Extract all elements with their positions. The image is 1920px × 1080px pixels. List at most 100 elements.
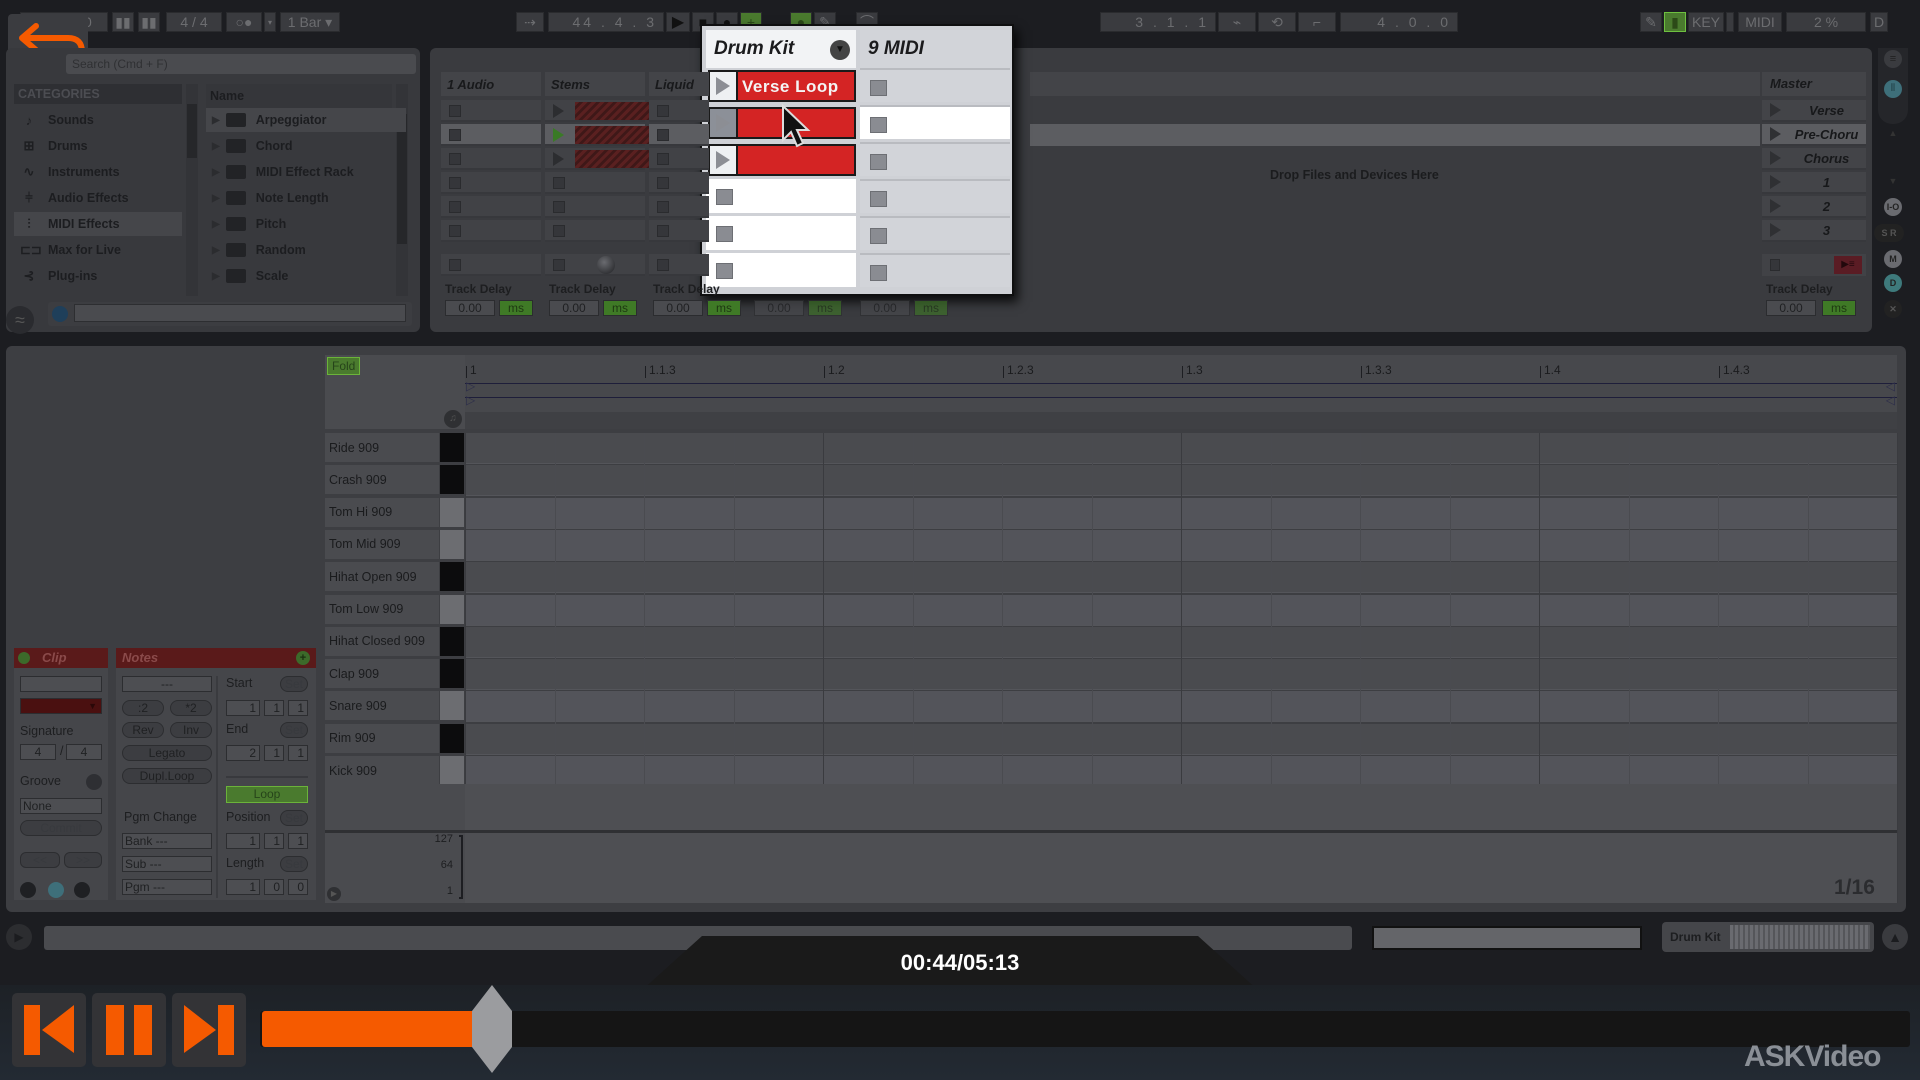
drum-pad-row[interactable]: Hihat Closed 909	[325, 626, 439, 658]
clip-stop-icon[interactable]	[716, 189, 733, 205]
start-bar[interactable]: 1	[226, 700, 260, 716]
track-header[interactable]: Stems	[545, 72, 645, 96]
scene-item[interactable]: 2	[1762, 196, 1866, 218]
clip-stop-icon[interactable]	[449, 129, 461, 141]
clip-stop-icon[interactable]	[870, 265, 887, 281]
scene-launch-icon[interactable]	[1770, 175, 1781, 189]
fold-button[interactable]: Fold	[327, 357, 361, 375]
loop-length-field[interactable]: 4 . 0 . 0	[1340, 12, 1458, 32]
clip-stop-icon[interactable]	[553, 225, 565, 237]
track-delay-unit[interactable]: ms	[914, 300, 948, 316]
scene-item[interactable]: 1	[1762, 172, 1866, 194]
track-fold-dropdown-icon[interactable]: ▼	[830, 40, 850, 60]
drum-pad-row[interactable]: Ride 909	[325, 433, 439, 464]
sends-returns-icon[interactable]: S R	[1874, 224, 1904, 242]
track-delay-value[interactable]: 0.00	[549, 300, 599, 316]
piano-key[interactable]	[440, 529, 464, 561]
category-item[interactable]: ∿ Instruments	[14, 160, 182, 184]
master-track-header[interactable]: Master	[1762, 72, 1866, 96]
key-map-button[interactable]: KEY	[1688, 12, 1724, 32]
pause-button[interactable]	[92, 993, 166, 1067]
track-delay-value[interactable]: 0.00	[860, 300, 910, 316]
scene-launch-icon[interactable]	[1770, 151, 1781, 165]
expand-icon[interactable]: ▶	[212, 193, 220, 204]
drum-pad-row[interactable]: Tom Mid 909	[325, 529, 439, 561]
clip-launch-icon[interactable]	[553, 104, 564, 118]
progress-track[interactable]	[260, 985, 1910, 1073]
follow-button[interactable]: ⇢	[516, 12, 544, 32]
clip-slot[interactable]	[441, 196, 541, 218]
position-sixteenth[interactable]: 1	[288, 833, 308, 849]
clip-stop-icon[interactable]	[657, 177, 669, 189]
length-set-button[interactable]: Set	[280, 856, 308, 872]
envelopes-panel-icon[interactable]	[74, 882, 90, 898]
play-button[interactable]: ▶	[666, 12, 690, 32]
drum-pad-row[interactable]: Tom Hi 909	[325, 497, 439, 529]
drum-pad-row[interactable]: Snare 909	[325, 691, 439, 723]
scene-launch-icon[interactable]	[1770, 127, 1781, 141]
next-clip-button[interactable]: >>	[64, 852, 102, 868]
clip-stop-icon[interactable]	[657, 153, 669, 165]
signature-field[interactable]: 4 / 4	[166, 12, 222, 32]
divide-by-2-button[interactable]: :2	[122, 700, 164, 716]
signature-numerator[interactable]: 4	[20, 744, 56, 760]
drum-pad-row[interactable]: Clap 909	[325, 659, 439, 691]
midi-map-button[interactable]: MIDI	[1738, 12, 1782, 32]
metronome-button[interactable]: ○●	[226, 12, 262, 32]
popup-empty-slot[interactable]	[706, 179, 856, 213]
expand-icon[interactable]: ▶	[212, 245, 220, 256]
track-delay-value[interactable]: 0.00	[445, 300, 495, 316]
piano-key[interactable]	[440, 433, 464, 464]
show-detail-icon[interactable]: ▲	[1882, 924, 1908, 950]
clip-slot[interactable]	[649, 100, 709, 122]
session-view-icon[interactable]: ⦀	[1884, 80, 1902, 98]
headphones-icon[interactable]	[52, 306, 68, 322]
clip-slot[interactable]	[441, 220, 541, 242]
popup-midi-slot[interactable]	[860, 142, 1010, 176]
notes-add-icon[interactable]: +	[296, 651, 310, 665]
punch-out-button[interactable]: ⌐	[1298, 12, 1336, 32]
piano-key[interactable]	[440, 626, 464, 658]
popup-midi-slot[interactable]	[860, 253, 1010, 287]
clip-stop-icon[interactable]	[870, 228, 887, 244]
clip-activator-icon[interactable]	[18, 652, 30, 664]
stop-clips-button[interactable]	[657, 259, 669, 271]
popup-midi-slot[interactable]	[860, 216, 1010, 250]
scroll-up-icon[interactable]: ▲	[1884, 124, 1902, 142]
category-item[interactable]: ⊞ Drums	[14, 134, 182, 158]
bank-field[interactable]: Bank ---	[122, 833, 212, 849]
clip-stop-icon[interactable]	[449, 153, 461, 165]
clip-slot[interactable]	[649, 172, 709, 194]
start-beat[interactable]: 1	[264, 700, 284, 716]
clip-slot[interactable]	[441, 124, 541, 146]
clip-launch-icon[interactable]	[553, 152, 564, 166]
clip-stop-icon[interactable]	[716, 263, 733, 279]
track-header[interactable]: Liquid	[649, 72, 709, 96]
start-set-button[interactable]: Set	[280, 676, 308, 692]
clip-play-icon[interactable]	[710, 146, 738, 174]
timeline-ruler[interactable]: ▷ ▷ ◁ ◁	[465, 355, 1897, 429]
stop-clips-button[interactable]	[449, 259, 461, 271]
notes-field[interactable]: ---	[122, 676, 212, 692]
track-delay-unit[interactable]: ms	[603, 300, 637, 316]
end-marker-icon[interactable]: ◁	[1886, 393, 1895, 407]
notes-panel-icon[interactable]	[48, 882, 64, 898]
track-delay-unit[interactable]: ms	[499, 300, 533, 316]
clip-slot[interactable]	[649, 220, 709, 242]
clip-slot[interactable]	[649, 148, 709, 170]
loop-end-marker-icon[interactable]: ◁	[1886, 379, 1895, 393]
punch-in-button[interactable]: ⌁	[1218, 12, 1256, 32]
browser-item[interactable]: ▶ Random	[206, 238, 406, 262]
scene-item[interactable]: Chorus	[1762, 148, 1866, 170]
piano-key[interactable]	[440, 497, 464, 529]
invert-button[interactable]: Inv	[170, 722, 212, 738]
popup-track-9-midi[interactable]: 9 MIDI	[860, 30, 1010, 68]
commit-button[interactable]: Commit	[20, 820, 102, 836]
midi-map-icon[interactable]: ▮	[1664, 12, 1686, 32]
clip-play-icon[interactable]	[710, 109, 738, 137]
pencil-icon[interactable]: ✎	[1640, 12, 1662, 32]
length-bar[interactable]: 1	[226, 879, 260, 895]
piano-key[interactable]	[440, 756, 464, 787]
loop-toggle-button[interactable]: Loop	[226, 786, 308, 803]
loop-button[interactable]: ⟲	[1258, 12, 1296, 32]
